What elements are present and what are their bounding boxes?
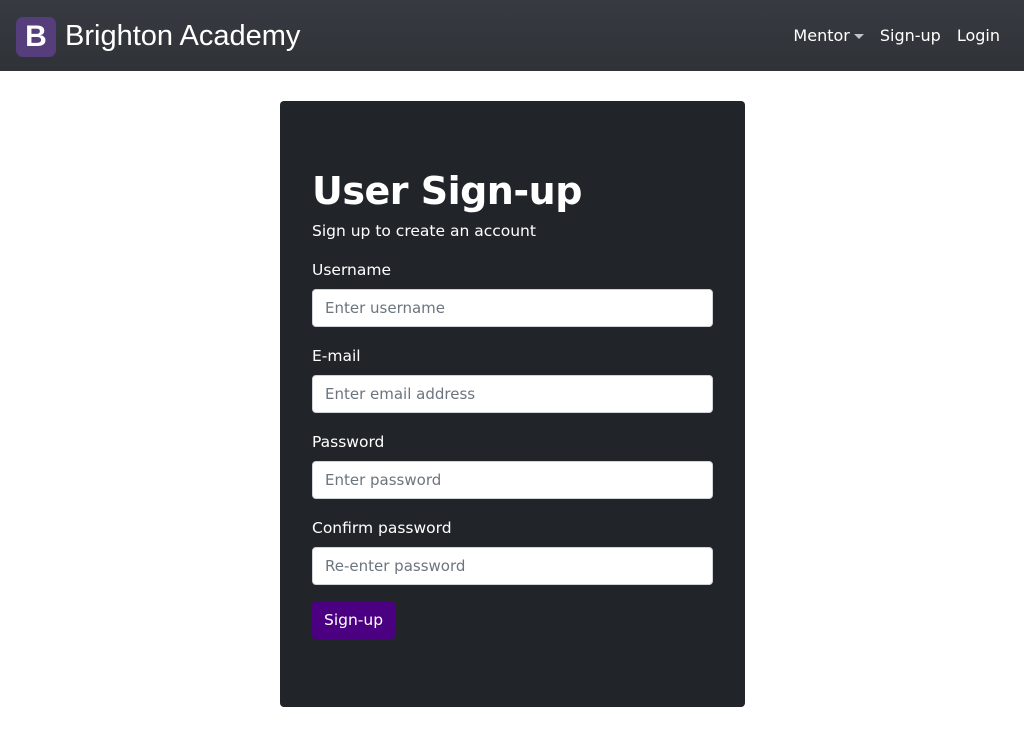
- password-input[interactable]: [312, 461, 713, 499]
- page-subtitle: Sign up to create an account: [312, 222, 536, 240]
- username-input[interactable]: [312, 289, 713, 327]
- nav-item-mentor[interactable]: Mentor: [793, 26, 864, 45]
- email-group: E-mail: [312, 347, 713, 413]
- password-group: Password: [312, 433, 713, 499]
- nav-item-label: Login: [956, 26, 1000, 45]
- signup-submit-button[interactable]: Sign-up: [312, 601, 396, 639]
- email-label: E-mail: [312, 347, 361, 365]
- nav-item-label: Sign-up: [879, 26, 941, 45]
- email-input[interactable]: [312, 375, 713, 413]
- confirm-password-input[interactable]: [312, 547, 713, 585]
- caret-down-icon: [853, 33, 864, 39]
- brand-name: Brighton Academy: [65, 19, 301, 52]
- confirm-password-label: Confirm password: [312, 519, 452, 537]
- top-navbar: B Brighton Academy Mentor Sign-up Login: [0, 0, 1024, 71]
- brand-link[interactable]: B Brighton Academy: [16, 17, 300, 57]
- nav-item-login[interactable]: Login: [957, 26, 1000, 45]
- password-label: Password: [312, 433, 385, 451]
- nav-item-label: Mentor: [793, 26, 850, 45]
- confirm-password-group: Confirm password: [312, 519, 713, 585]
- nav-menu: Mentor Sign-up Login: [793, 26, 1000, 45]
- username-label: Username: [312, 261, 392, 279]
- nav-item-signup[interactable]: Sign-up: [880, 26, 941, 45]
- signup-card: User Sign-up Sign up to create an accoun…: [280, 101, 745, 707]
- brand-logo: B: [16, 17, 56, 57]
- page-title: User Sign-up: [312, 169, 582, 213]
- username-group: Username: [312, 261, 713, 327]
